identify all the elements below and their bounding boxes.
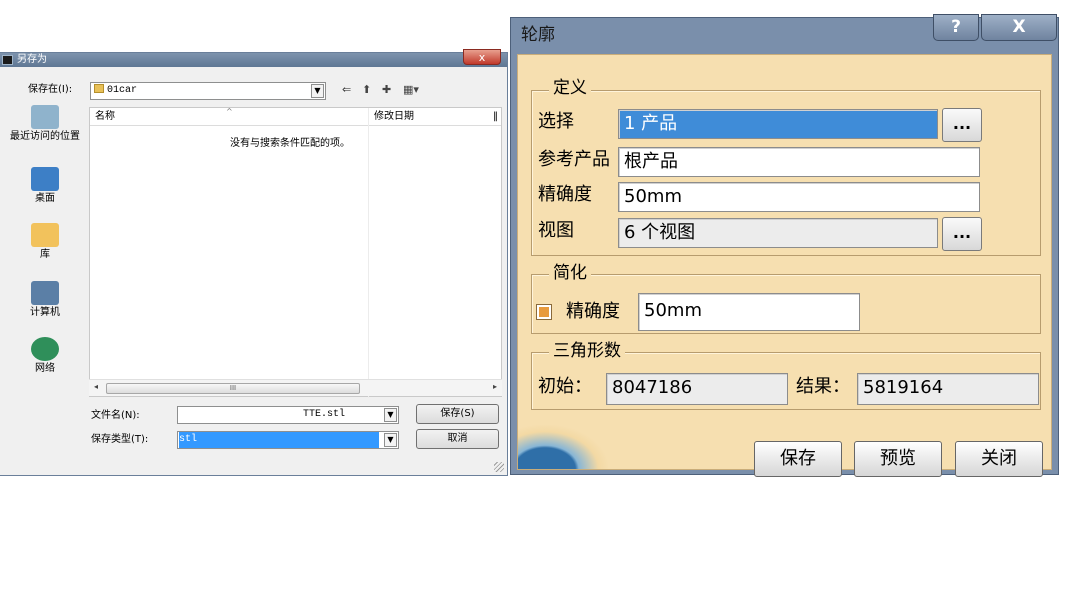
chevron-down-icon[interactable]: ▼ bbox=[311, 84, 324, 98]
view-field[interactable]: 6 个视图 bbox=[618, 218, 938, 248]
contour-client-area: 定义 选择 1 产品 ... 参考产品 根产品 精确度 50mm 视图 6 个视… bbox=[517, 54, 1052, 477]
library-icon bbox=[31, 223, 59, 247]
save-in-combo[interactable]: 01car ▼ bbox=[90, 82, 326, 100]
place-network[interactable]: 网络 bbox=[6, 337, 84, 375]
computer-icon bbox=[31, 281, 59, 305]
back-icon[interactable]: ⇐ bbox=[342, 84, 351, 96]
catia-globe-logo bbox=[518, 425, 608, 469]
reference-product-label: 参考产品 bbox=[538, 149, 610, 170]
scroll-left-icon[interactable]: ◂ bbox=[94, 382, 98, 391]
select-browse-button[interactable]: ... bbox=[942, 108, 982, 142]
help-button[interactable]: ? bbox=[933, 14, 979, 41]
save-button[interactable]: 保存(S) bbox=[416, 404, 499, 424]
horizontal-scrollbar[interactable]: ◂ III ▸ bbox=[89, 379, 502, 396]
desktop-icon bbox=[31, 167, 59, 191]
folder-name: 01car bbox=[107, 85, 138, 96]
column-more[interactable]: ‖ bbox=[493, 108, 498, 126]
new-folder-icon[interactable]: ✚ bbox=[382, 84, 391, 96]
view-menu-icon[interactable]: ▦▾ bbox=[403, 84, 419, 96]
save-as-close-button[interactable]: x bbox=[463, 49, 501, 65]
up-folder-icon[interactable]: ⬆ bbox=[362, 84, 371, 96]
select-field[interactable]: 1 产品 bbox=[618, 109, 938, 139]
simplify-checkbox[interactable] bbox=[536, 304, 552, 320]
filetype-label: 保存类型(T): bbox=[91, 434, 149, 445]
triangles-group-title: 三角形数 bbox=[549, 340, 625, 362]
contour-save-button[interactable]: 保存 bbox=[754, 441, 842, 477]
filename-value: TTE.stl bbox=[303, 409, 346, 420]
contour-dialog: 轮廓 ? X 定义 选择 1 产品 ... 参考产品 根产品 精确度 50mm … bbox=[510, 14, 1059, 477]
place-library[interactable]: 库 bbox=[6, 223, 84, 261]
network-icon bbox=[31, 337, 59, 361]
precision-label: 精确度 bbox=[538, 184, 592, 205]
simplify-precision-label: 精确度 bbox=[566, 301, 620, 322]
result-count-field: 5819164 bbox=[857, 373, 1039, 405]
sort-caret-icon: ^ bbox=[226, 107, 233, 116]
result-label: 结果： bbox=[796, 376, 850, 397]
filename-label: 文件名(N): bbox=[91, 410, 140, 421]
filetype-select[interactable]: stl ▼ bbox=[177, 431, 399, 449]
save-as-title: 另存为 bbox=[17, 54, 47, 65]
save-as-titlebar: 另存为 x bbox=[0, 49, 507, 67]
file-list[interactable]: ^ 名称 修改日期 ‖ 没有与搜索条件匹配的项。 bbox=[89, 107, 502, 398]
filename-input[interactable]: TTE.stl ▼ bbox=[177, 406, 399, 424]
column-name[interactable]: 名称 bbox=[95, 108, 115, 126]
save-as-dialog: 另存为 x 保存在(I): 01car ▼ ⇐ ⬆ ✚ ▦▾ 最近访问的位置 桌… bbox=[0, 49, 508, 476]
place-label: 最近访问的位置 bbox=[10, 131, 80, 142]
folder-icon bbox=[94, 84, 104, 93]
place-label: 桌面 bbox=[35, 193, 55, 204]
simplify-precision-field[interactable]: 50mm bbox=[638, 293, 860, 331]
app-icon bbox=[2, 55, 13, 65]
place-label: 计算机 bbox=[30, 307, 60, 318]
file-list-header: ^ 名称 修改日期 ‖ bbox=[90, 107, 501, 126]
recent-places-icon bbox=[31, 105, 59, 129]
initial-label: 初始： bbox=[538, 376, 592, 397]
scroll-thumb[interactable]: III bbox=[106, 383, 360, 394]
simplify-group-title: 简化 bbox=[549, 262, 591, 284]
resize-grip-icon[interactable] bbox=[494, 462, 504, 472]
scroll-right-icon[interactable]: ▸ bbox=[493, 382, 497, 391]
view-browse-button[interactable]: ... bbox=[942, 217, 982, 251]
save-in-label: 保存在(I): bbox=[28, 84, 73, 95]
view-label: 视图 bbox=[538, 220, 574, 241]
filetype-value: stl bbox=[179, 432, 379, 448]
place-label: 库 bbox=[40, 249, 50, 260]
cancel-button[interactable]: 取消 bbox=[416, 429, 499, 449]
precision-field[interactable]: 50mm bbox=[618, 182, 980, 212]
chevron-down-icon[interactable]: ▼ bbox=[384, 433, 397, 447]
definition-group-title: 定义 bbox=[549, 77, 591, 99]
preview-button[interactable]: 预览 bbox=[854, 441, 942, 477]
place-desktop[interactable]: 桌面 bbox=[6, 167, 84, 205]
empty-message: 没有与搜索条件匹配的项。 bbox=[230, 138, 350, 149]
reference-product-field[interactable]: 根产品 bbox=[618, 147, 980, 177]
chevron-down-icon[interactable]: ▼ bbox=[384, 408, 397, 422]
contour-title: 轮廓 bbox=[521, 25, 555, 45]
place-label: 网络 bbox=[35, 363, 55, 374]
contour-dialog-close-button[interactable]: 关闭 bbox=[955, 441, 1043, 477]
place-recent[interactable]: 最近访问的位置 bbox=[6, 105, 84, 143]
place-computer[interactable]: 计算机 bbox=[6, 281, 84, 319]
select-label: 选择 bbox=[538, 111, 574, 132]
column-modified[interactable]: 修改日期 bbox=[374, 108, 414, 126]
contour-close-button[interactable]: X bbox=[981, 14, 1057, 41]
initial-count-field: 8047186 bbox=[606, 373, 788, 405]
